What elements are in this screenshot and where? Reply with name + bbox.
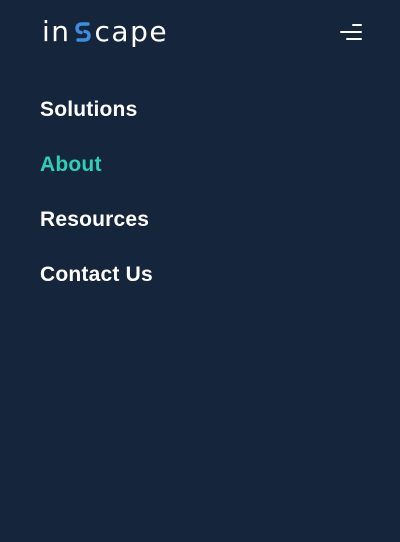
nav-link-resources[interactable]: Resources: [40, 202, 149, 238]
nav-item-solutions: Solutions: [40, 92, 153, 147]
s-swirl-icon: [72, 18, 94, 46]
menu-bar-bottom: [346, 38, 362, 40]
nav-link-solutions[interactable]: Solutions: [40, 92, 137, 128]
hamburger-menu-icon[interactable]: [338, 22, 362, 42]
nav-item-about: About: [40, 147, 153, 202]
site-header: in cape: [0, 0, 400, 64]
nav-item-contact-us: Contact Us: [40, 257, 153, 312]
brand-logo[interactable]: in cape: [42, 16, 168, 48]
logo-text-prefix: in: [42, 15, 71, 48]
nav-link-contact-us[interactable]: Contact Us: [40, 257, 153, 293]
logo-text-suffix: cape: [94, 15, 169, 48]
main-navigation: Solutions About Resources Contact Us: [40, 92, 153, 312]
menu-bar-top: [352, 24, 362, 26]
menu-bar-middle: [340, 31, 362, 33]
nav-item-resources: Resources: [40, 202, 153, 257]
nav-link-about[interactable]: About: [40, 147, 102, 183]
